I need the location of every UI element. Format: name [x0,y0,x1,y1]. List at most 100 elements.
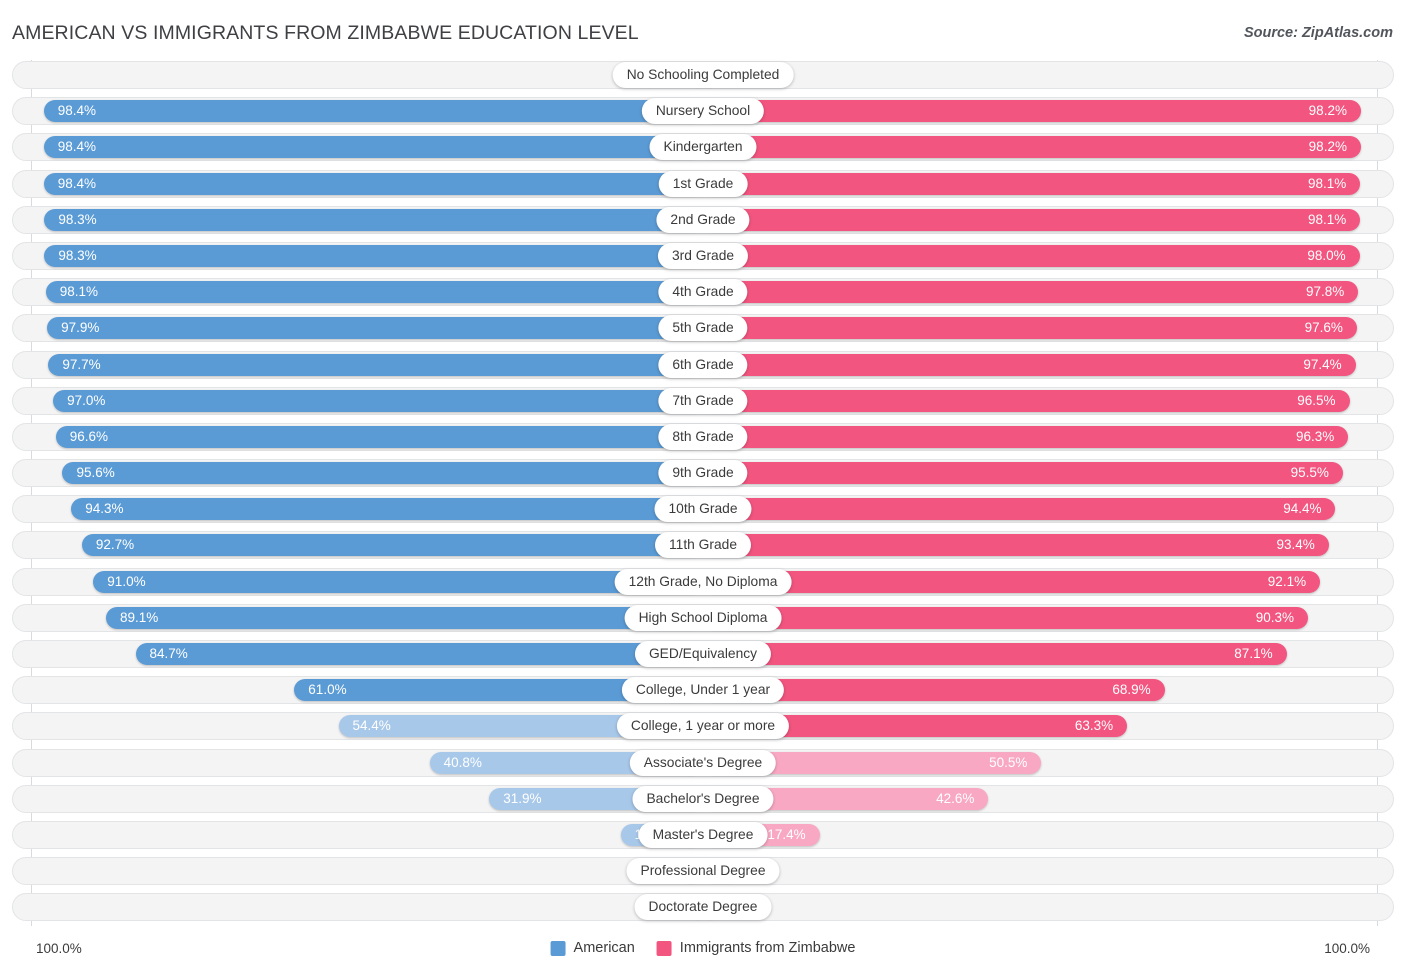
american-bar[interactable] [62,462,703,485]
american-bar[interactable] [135,643,703,665]
immigrant-value: 97.4% [1303,356,1342,372]
chart-row: 91.0% 92.1% 12th Grade, No Diploma [0,567,1406,597]
immigrant-value: 50.5% [989,754,1028,770]
american-value: 40.8% [443,754,482,770]
diverging-bar-chart: 1.7%1.9%No Schooling Completed 98.4% 98.2%… [0,60,1406,932]
immigrant-half: 95.5% [703,462,1373,485]
category-label: Master's Degree [638,821,768,848]
chart-row: 98.4% 98.2% Kindergarten [0,132,1406,162]
immigrant-bar[interactable] [703,172,1361,195]
immigrant-bar[interactable] [703,244,1360,267]
chart-row: 1.7%1.9%No Schooling Completed [0,60,1406,90]
american-value: 84.7% [149,646,188,661]
american-value: 98.3% [58,211,97,227]
american-half: 94.3% [33,498,703,521]
american-half: 98.4% [33,172,703,195]
american-value: 91.0% [107,573,146,589]
immigrant-value: 17.4% [767,826,806,842]
category-label: College, Under 1 year [621,677,785,704]
immigrant-half: 98.0% [703,244,1373,267]
american-bar[interactable] [53,389,703,412]
legend-item-american[interactable]: American [550,940,635,956]
immigrant-bar[interactable] [703,317,1357,340]
american-bar[interactable] [48,353,703,376]
immigrant-bar[interactable] [703,281,1359,304]
chart-row: 54.4% 63.3% College, 1 year or more [0,711,1406,741]
immigrant-bar[interactable] [703,208,1361,231]
immigrant-value: 98.0% [1307,247,1346,263]
immigrant-bar[interactable] [703,534,1329,557]
american-bar[interactable] [43,100,703,123]
source-attribution: Source: ZipAtlas.com [1243,25,1393,41]
immigrant-bar[interactable] [703,100,1361,123]
immigrant-value: 96.5% [1297,392,1336,408]
american-bar[interactable] [44,244,703,267]
category-label: Professional Degree [626,858,780,885]
immigrant-half: 98.2% [703,136,1373,159]
american-bar[interactable] [81,534,703,557]
category-label: 9th Grade [658,460,748,487]
category-label: College, 1 year or more [616,713,790,740]
immigrant-half: 98.1% [703,208,1373,231]
chart-row: 98.3% 98.0% 3rd Grade [0,241,1406,271]
immigrant-bar[interactable] [703,389,1350,412]
legend-item-immigrants[interactable]: Immigrants from Zimbabwe [656,940,855,956]
chart-row: 95.6% 95.5% 9th Grade [0,458,1406,488]
american-bar[interactable] [45,281,703,304]
immigrant-value: 98.1% [1308,175,1347,191]
chart-row: 89.1% 90.3% High School Diploma [0,603,1406,633]
american-value: 92.7% [95,537,135,553]
american-half: 95.6% [33,462,703,485]
immigrant-half: 68.9% [703,679,1373,702]
american-bar[interactable] [93,570,703,593]
american-value: 97.0% [67,392,106,408]
american-value: 96.6% [69,428,109,444]
immigrant-bar[interactable] [703,570,1321,593]
american-bar[interactable] [106,606,703,629]
category-label: 7th Grade [658,387,748,414]
immigrant-value: 98.1% [1308,211,1347,227]
chart-row: 61.0% 68.9% College, Under 1 year [0,675,1406,705]
american-bar[interactable] [43,172,703,195]
immigrant-half: 92.1% [703,570,1373,593]
axis-label-right: 100.0% [1324,941,1370,956]
immigrant-value: 94.4% [1283,501,1322,517]
american-bar[interactable] [47,317,703,340]
immigrant-value: 90.3% [1255,609,1295,625]
page-header: AMERICAN VS IMMIGRANTS FROM ZIMBABWE EDU… [0,0,1406,58]
category-label: No Schooling Completed [612,62,794,88]
american-half: 12.3% [33,823,703,846]
immigrant-half: 97.4% [703,353,1373,376]
category-label: 5th Grade [658,315,748,342]
chart-row: 97.7% 97.4% 6th Grade [0,350,1406,380]
american-bar[interactable] [44,208,703,231]
american-value: 95.6% [76,465,115,481]
chart-row: 3.6%5.3%Professional Degree [0,856,1406,886]
american-bar[interactable] [55,425,703,448]
immigrant-bar[interactable] [703,353,1356,376]
chart-row: 97.9% 97.6% 5th Grade [0,313,1406,343]
american-half: 96.6% [33,425,703,448]
american-bar[interactable] [43,136,703,159]
immigrant-value: 87.1% [1234,646,1273,661]
category-label: 3rd Grade [657,242,749,269]
immigrant-value: 98.2% [1308,103,1347,119]
immigrant-bar[interactable] [703,462,1343,485]
immigrant-bar[interactable] [703,498,1336,521]
category-label: 2nd Grade [656,206,750,233]
american-half: 97.9% [33,317,703,340]
american-value: 98.4% [57,175,96,191]
category-label: 6th Grade [658,351,748,378]
american-half: 98.3% [33,244,703,267]
immigrant-value: 93.4% [1276,537,1315,553]
immigrant-bar[interactable] [703,425,1349,448]
chart-row: 94.3% 94.4% 10th Grade [0,494,1406,524]
immigrant-bar[interactable] [703,606,1308,629]
american-half: 31.9% [33,787,703,810]
immigrant-bar[interactable] [703,136,1361,159]
immigrant-half: 93.4% [703,534,1373,557]
american-half: 1.7% [33,64,703,86]
immigrant-bar[interactable] [703,643,1287,665]
american-bar[interactable] [71,498,703,521]
chart-row: 98.3% 98.1% 2nd Grade [0,205,1406,235]
